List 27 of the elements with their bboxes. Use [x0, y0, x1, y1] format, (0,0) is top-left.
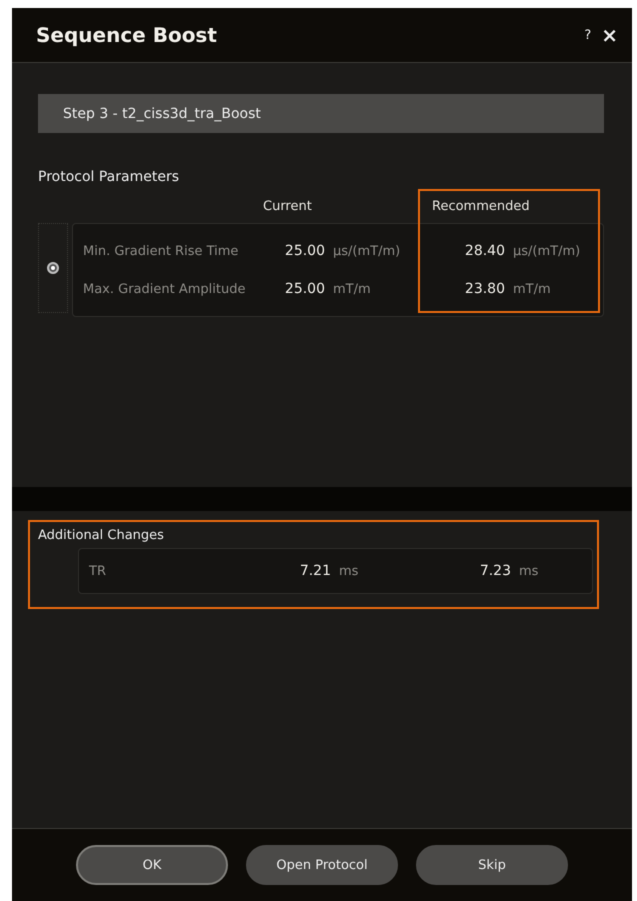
close-button[interactable]: ×: [601, 23, 618, 47]
parameter-name: Min. Gradient Rise Time: [83, 244, 240, 258]
section-title: Protocol Parameters: [38, 169, 180, 185]
column-header: Current: [263, 199, 312, 214]
ok-button[interactable]: OK: [76, 845, 228, 885]
recommended-value: 28.40: [464, 243, 506, 259]
parameter-name: Max. Gradient Amplitude: [83, 282, 246, 296]
dialog-button[interactable]: Skip: [416, 845, 568, 885]
parameter-name: TR: [89, 564, 107, 578]
dialog-button[interactable]: Open Protocol: [246, 845, 398, 885]
section-title: Additional Changes: [38, 528, 165, 543]
recommended-value: 7.23: [478, 563, 512, 579]
current-value: 25.00: [284, 243, 326, 259]
window-title: Sequence Boost: [36, 23, 217, 47]
unit-label: mT/m: [333, 282, 372, 296]
step-header: Step 3 - t2_ciss3d_tra_Boost: [38, 94, 604, 133]
current-value: 25.00: [284, 281, 326, 297]
unit-label: µs/(mT/m): [333, 244, 402, 258]
recommended-value: 23.80: [464, 281, 506, 297]
unit-label: mT/m: [513, 282, 552, 296]
column-header: Recommended: [432, 199, 530, 214]
unit-label: ms: [519, 564, 540, 578]
unit-label: µs/(mT/m): [513, 244, 582, 258]
current-value: 7.21: [298, 563, 332, 579]
help-button[interactable]: ?: [584, 28, 592, 42]
unit-label: ms: [339, 564, 360, 578]
radio-button[interactable]: [47, 262, 59, 274]
